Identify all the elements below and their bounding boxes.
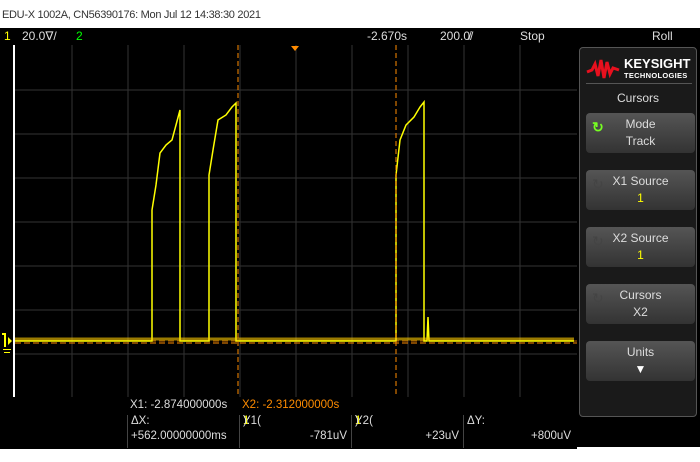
x2-source-softkey[interactable]: ↻ X2 Source 1 [586, 227, 695, 267]
cursors-softkey[interactable]: ↻ Cursors X2 [586, 284, 695, 324]
graticule [15, 45, 577, 397]
keysight-wave-icon [586, 59, 620, 79]
rotate-knob-icon: ↻ [592, 176, 604, 192]
units-softkey[interactable]: Units ▼ [586, 341, 695, 381]
status-bar: 1 20.0∇/ 2 -2.670s 200.0̸/ Stop Roll [0, 28, 700, 45]
rotate-knob-icon: ↻ [592, 290, 604, 306]
window-title: EDU-X 1002A, CN56390176: Mon Jul 12 14:3… [2, 9, 261, 21]
cursor-readout: X1: -2.874000000s X2: -2.312000000s ΔX: +… [0, 397, 577, 449]
y1-cell: Y1(1): -781uV [239, 415, 351, 448]
scope-display [0, 45, 577, 397]
rotate-knob-icon: ↻ [592, 119, 604, 135]
x1-readout: X1: -2.874000000s [130, 399, 228, 411]
delta-x-cell: ΔX: +562.00000000ms [127, 415, 239, 448]
trigger-position-icon [291, 46, 299, 51]
arrow-down-icon: ▼ [634, 362, 647, 376]
keysight-logo: KEYSIGHT TECHNOLOGIES [586, 54, 692, 84]
channel2-indicator[interactable]: 2 [76, 29, 83, 43]
run-state: Stop [520, 29, 545, 43]
acquisition-mode: Roll [652, 29, 673, 43]
rotate-knob-icon: ↻ [592, 233, 604, 249]
softkey-panel: KEYSIGHT TECHNOLOGIES Cursors ↻ Mode Track… [577, 45, 700, 447]
time-scale: 200.0̸/ [440, 29, 474, 43]
waveform-plot[interactable] [0, 45, 577, 397]
y2-cell: Y2(1): +23uV [351, 415, 463, 448]
menu-title: Cursors [616, 91, 659, 105]
mode-softkey[interactable]: ↻ Mode Track [586, 113, 695, 153]
x1-source-softkey[interactable]: ↻ X1 Source 1 [586, 170, 695, 210]
channel1-ground-marker-icon [2, 333, 12, 353]
x2-readout: X2: -2.312000000s [242, 399, 340, 411]
time-offset: -2.670s [367, 29, 408, 43]
channel1-indicator[interactable]: 1 [4, 29, 11, 43]
delta-y-cell: ΔY: +800uV [463, 415, 575, 448]
channel1-scale: 20.0∇/ [22, 29, 57, 43]
